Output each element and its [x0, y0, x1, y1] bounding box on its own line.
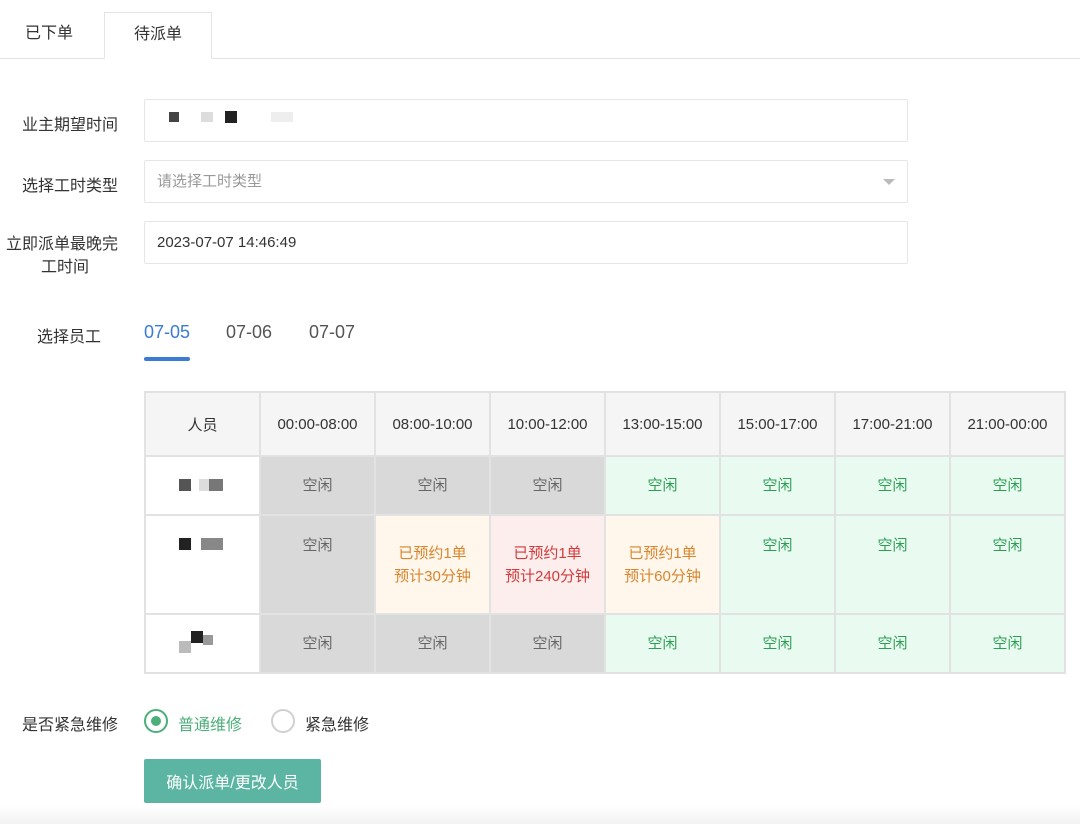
header-slot: 08:00-10:00: [374, 391, 491, 457]
slot-booked-count: 已预约1单: [513, 544, 582, 562]
slot-cell[interactable]: 空闲: [259, 514, 376, 615]
slot-status: 空闲: [762, 477, 793, 494]
slot-status: 空闲: [877, 537, 908, 554]
slot-cell[interactable]: 已预约1单 预计30分钟: [374, 514, 491, 615]
header-slot: 13:00-15:00: [604, 391, 721, 457]
slot-cell[interactable]: 空闲: [489, 613, 606, 674]
slot-status: 空闲: [302, 477, 333, 494]
select-staff-label: 选择员工: [36, 329, 101, 346]
urgent-label: 是否紧急维修: [21, 717, 118, 734]
slot-status: 空闲: [992, 477, 1023, 494]
redacted-avatar: [173, 469, 233, 499]
slot-status: 空闲: [302, 537, 333, 554]
work-type-placeholder: 请选择工时类型: [157, 173, 263, 190]
bottom-shadow: [0, 806, 1080, 824]
redacted-block: [201, 112, 213, 122]
slot-cell[interactable]: 空闲: [604, 455, 721, 516]
work-type-select[interactable]: 请选择工时类型: [144, 160, 908, 203]
redacted-block: [271, 112, 293, 122]
radio-unchecked-icon: [271, 709, 295, 733]
table-row: 空闲 空闲 空闲 空闲 空闲 空闲 空闲: [144, 613, 1066, 674]
slot-cell[interactable]: 空闲: [374, 455, 491, 516]
date-tab-0706[interactable]: 07-06: [226, 322, 272, 343]
slot-status: 空闲: [302, 635, 333, 652]
slot-cell[interactable]: 空闲: [834, 455, 951, 516]
slot-cell[interactable]: 空闲: [719, 613, 836, 674]
slot-status: 空闲: [417, 477, 448, 494]
slot-booked-count: 已预约1单: [398, 544, 467, 562]
active-date-indicator: [144, 357, 190, 361]
header-slot: 17:00-21:00: [834, 391, 951, 457]
latest-finish-label-line2: 工时间: [40, 259, 89, 276]
slot-cell[interactable]: 空闲: [604, 613, 721, 674]
header-staff: 人员: [144, 391, 261, 457]
slot-status: 空闲: [532, 635, 563, 652]
redacted-block: [225, 111, 237, 123]
tab-pending-dispatch[interactable]: 待派单: [104, 12, 212, 59]
staff-cell[interactable]: [144, 613, 261, 674]
header-slot: 00:00-08:00: [259, 391, 376, 457]
slot-cell[interactable]: 空闲: [259, 613, 376, 674]
latest-finish-label-line1: 立即派单最晚完: [5, 236, 118, 253]
schedule-header-row: 人员 00:00-08:00 08:00-10:00 10:00-12:00 1…: [144, 391, 1066, 457]
slot-cell[interactable]: 已预约1单 预计240分钟: [489, 514, 606, 615]
tab-ordered[interactable]: 已下单: [0, 12, 98, 58]
slot-cell[interactable]: 空闲: [949, 455, 1066, 516]
slot-booked-duration: 预计60分钟: [624, 567, 701, 585]
confirm-dispatch-button[interactable]: 确认派单/更改人员: [144, 759, 321, 803]
latest-finish-input[interactable]: 2023-07-07 14:46:49: [144, 221, 908, 264]
owner-time-label: 业主期望时间: [21, 117, 118, 134]
slot-status: 空闲: [992, 635, 1023, 652]
slot-booked-duration: 预计30分钟: [394, 567, 471, 585]
slot-status: 空闲: [532, 477, 563, 494]
header-slot: 15:00-17:00: [719, 391, 836, 457]
redacted-block: [169, 112, 179, 122]
owner-time-field[interactable]: [144, 99, 908, 142]
slot-cell[interactable]: 空闲: [719, 455, 836, 516]
latest-finish-label: 立即派单最晚完 工时间: [0, 233, 118, 279]
slot-status: 空闲: [417, 635, 448, 652]
slot-cell[interactable]: 空闲: [949, 514, 1066, 615]
header-slot: 21:00-00:00: [949, 391, 1066, 457]
slot-cell[interactable]: 已预约1单 预计60分钟: [604, 514, 721, 615]
slot-cell[interactable]: 空闲: [719, 514, 836, 615]
radio-normal-label: 普通维修: [178, 717, 243, 734]
redacted-avatar: [173, 627, 233, 657]
slot-status: 空闲: [647, 635, 678, 652]
table-row: 空闲 空闲 空闲 空闲 空闲 空闲 空闲: [144, 455, 1066, 516]
slot-status: 空闲: [762, 635, 793, 652]
date-tab-0705[interactable]: 07-05: [144, 322, 190, 343]
slot-cell[interactable]: 空闲: [489, 455, 606, 516]
slot-cell[interactable]: 空闲: [834, 514, 951, 615]
slot-cell[interactable]: 空闲: [259, 455, 376, 516]
work-type-label: 选择工时类型: [21, 178, 118, 195]
slot-cell[interactable]: 空闲: [374, 613, 491, 674]
chevron-down-icon: [883, 179, 895, 185]
slot-status: 空闲: [647, 477, 678, 494]
slot-booked-count: 已预约1单: [628, 544, 697, 562]
staff-cell[interactable]: [144, 514, 261, 615]
staff-cell[interactable]: [144, 455, 261, 516]
header-slot: 10:00-12:00: [489, 391, 606, 457]
slot-status: 空闲: [992, 537, 1023, 554]
schedule-table: 人员 00:00-08:00 08:00-10:00 10:00-12:00 1…: [144, 391, 1066, 674]
table-row: 空闲 已预约1单 预计30分钟 已预约1单 预计240分钟 已预约1单 预计60…: [144, 514, 1066, 615]
radio-urgent-label: 紧急维修: [305, 717, 370, 734]
slot-booked-duration: 预计240分钟: [504, 567, 591, 585]
slot-cell[interactable]: 空闲: [949, 613, 1066, 674]
slot-cell[interactable]: 空闲: [834, 613, 951, 674]
slot-status: 空闲: [762, 537, 793, 554]
slot-status: 空闲: [877, 635, 908, 652]
tab-bar: 已下单 待派单: [0, 0, 1080, 59]
date-tab-0707[interactable]: 07-07: [309, 322, 355, 343]
radio-checked-icon: [144, 709, 168, 733]
slot-status: 空闲: [877, 477, 908, 494]
redacted-avatar: [173, 532, 233, 562]
